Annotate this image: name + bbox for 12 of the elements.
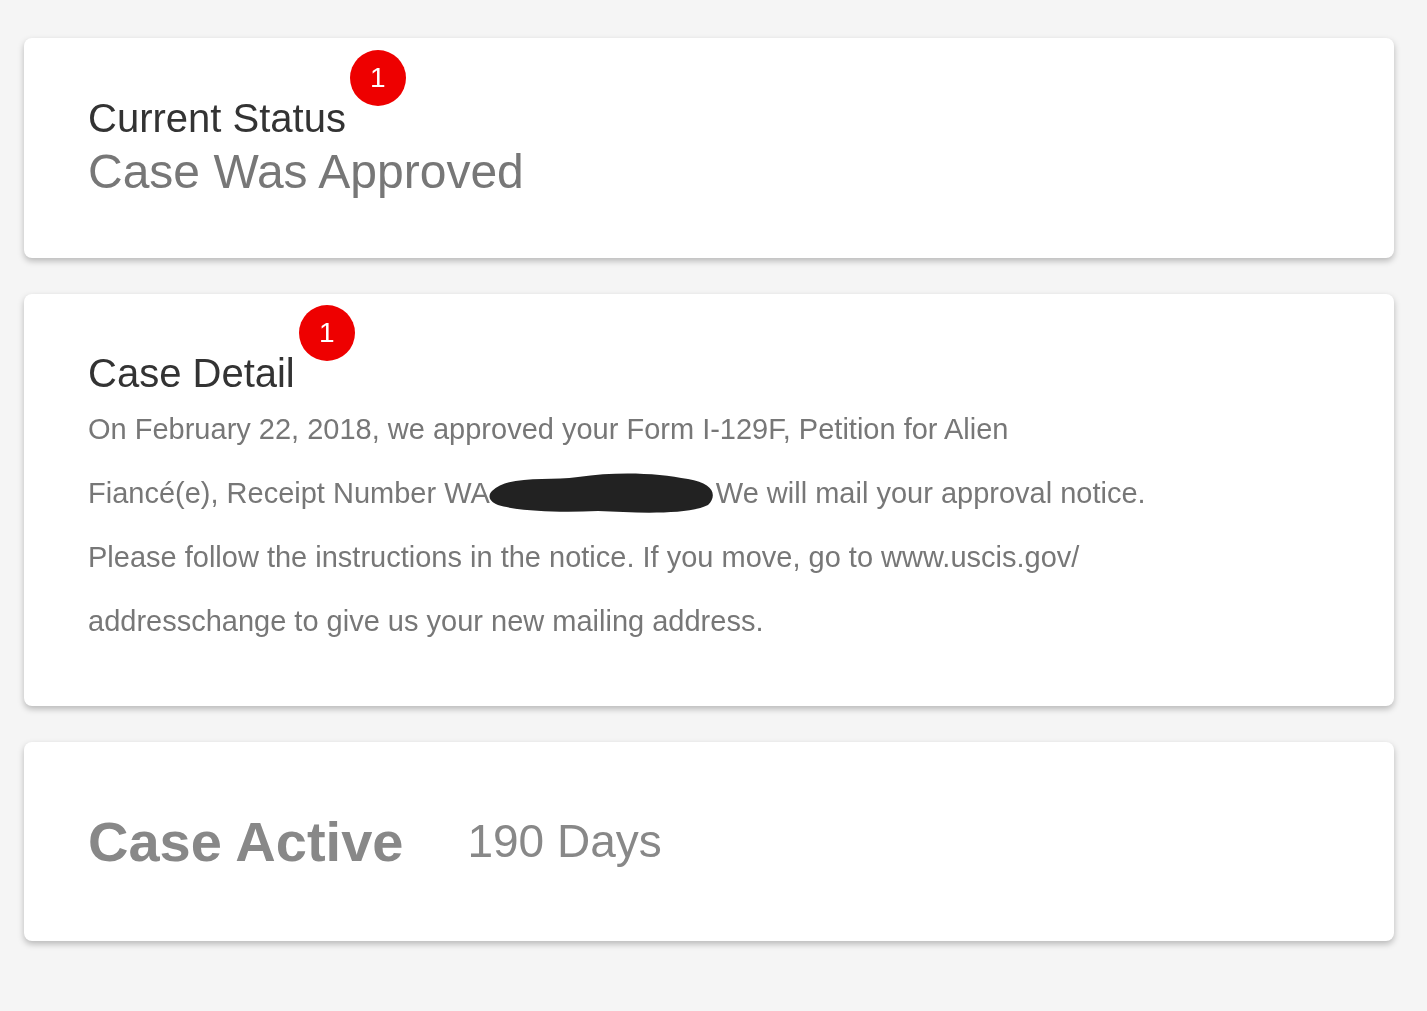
- status-value: Case Was Approved: [88, 144, 525, 200]
- detail-text: On February 22, 2018, we approved your Form I-129F, Petition for Alien: [88, 412, 1009, 447]
- detail-text: We will mail your approval notice.: [715, 476, 1146, 511]
- card-title: Case Detail: [88, 351, 295, 395]
- notification-badge: 1: [298, 305, 355, 361]
- detail-text: addresschange to give us your new mailing address.: [88, 604, 764, 639]
- detail-text: Fiancé(e), Receipt Number WA: [88, 476, 490, 511]
- active-label: Case Active: [88, 808, 404, 875]
- active-days: 190 Days: [467, 807, 662, 876]
- notification-badge: 1: [349, 50, 406, 106]
- detail-text: Please follow the instructions in the notice. If you move, go to www.uscis.gov/: [88, 540, 1080, 575]
- card-title: Current Status: [88, 96, 346, 140]
